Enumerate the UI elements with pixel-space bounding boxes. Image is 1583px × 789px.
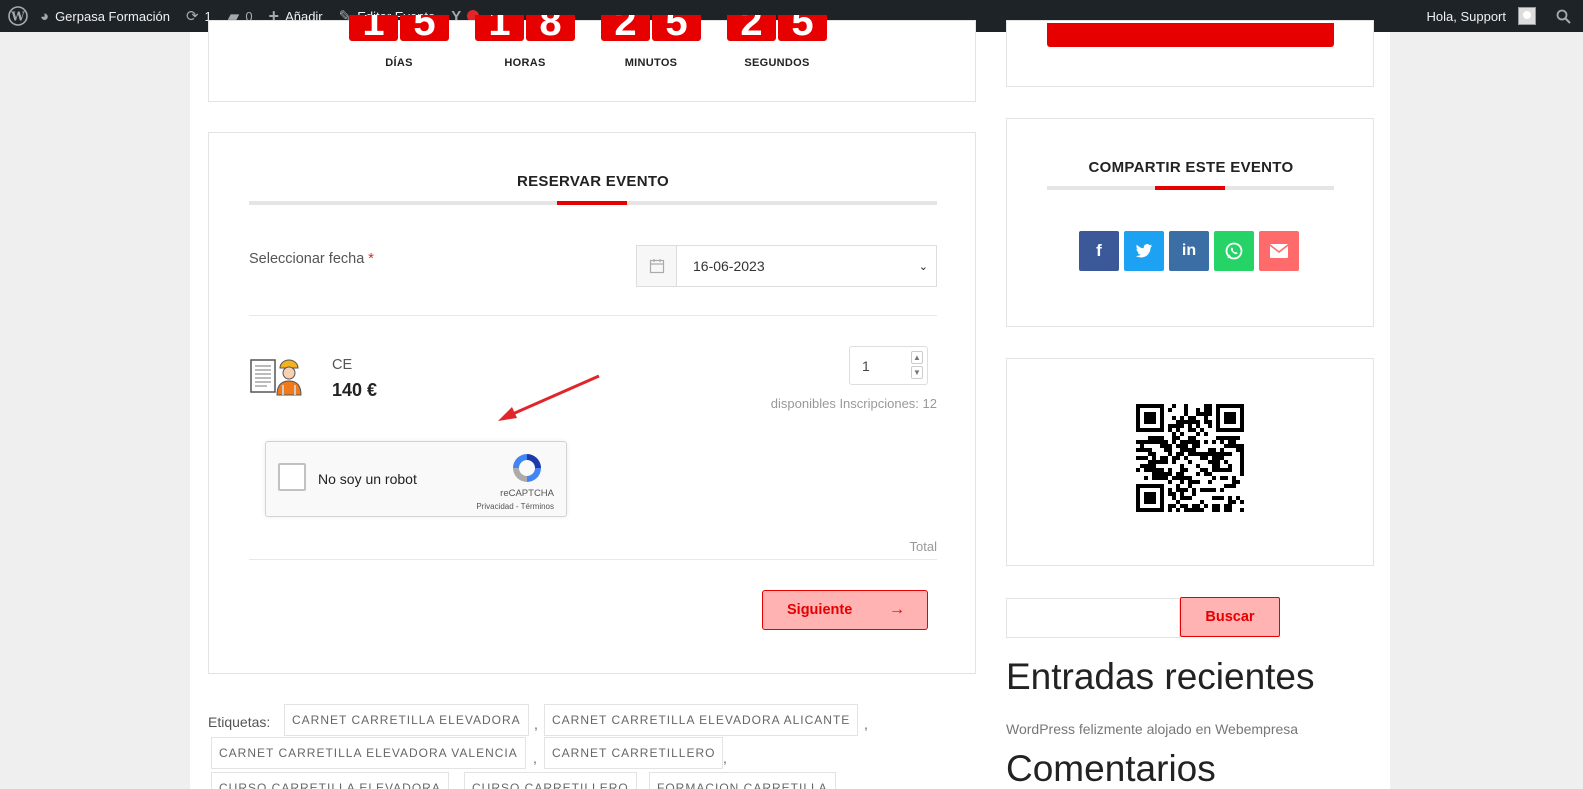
search-input[interactable] [1006,598,1180,638]
search-button[interactable]: Buscar [1180,597,1280,637]
my-account-menu[interactable]: Hola, Support [1419,0,1545,32]
countdown-seconds-label: SEGUNDOS [744,57,810,69]
add-to-calendar-button[interactable] [1047,23,1334,47]
title-underline-accent [1155,186,1225,190]
countdown-digit: 2 [727,15,776,41]
quantity-stepper[interactable]: 1 ▲ ▼ [849,346,928,385]
availability-text: disponibles Inscripciones: 12 [770,396,937,411]
countdown-days-label: DÍAS [385,57,413,69]
tag-link[interactable]: CARNET CARRETILLA ELEVADORA [284,704,529,736]
required-mark: * [368,251,374,267]
dashboard-icon: ◕ [40,7,50,25]
qr-code [1136,404,1244,512]
divider [249,315,937,316]
booking-title: RESERVAR EVENTO [516,173,670,190]
countdown-hours-label: HORAS [504,57,546,69]
email-icon[interactable] [1259,231,1299,271]
recaptcha-logo-icon [510,451,544,490]
recent-post-link[interactable]: WordPress felizmente alojado en Webempre… [1006,721,1298,737]
recaptcha-widget: No soy un robot reCAPTCHA Privacidad - T… [265,441,567,517]
share-card: COMPARTIR ESTE EVENTO f in [1006,118,1374,327]
tag-link[interactable]: FORMACION CARRETILLA [649,772,836,789]
countdown-digit: 5 [652,15,701,41]
tag-link[interactable]: CARNET CARRETILLERO [544,737,724,769]
tag-separator: , [533,750,537,766]
tag-link[interactable]: CARNET CARRETILLA ELEVADORA VALENCIA [211,737,526,769]
countdown-digit: 2 [601,15,650,41]
date-label-text: Seleccionar fecha [249,251,365,267]
next-button-label: Siguiente [787,602,853,618]
tag-separator: , [534,716,538,732]
countdown-digit: 5 [400,15,449,41]
countdown-digit: 8 [526,15,575,41]
total-label: Total [909,539,937,554]
ticket-price: 140 € [332,380,378,400]
calendar-icon [637,246,677,286]
tag-link[interactable]: CURSO CARRETILLA ELEVADORA [211,772,449,789]
increment-icon[interactable]: ▲ [911,351,923,364]
facebook-icon[interactable]: f [1079,231,1119,271]
annotation-arrow [498,374,600,421]
decrement-icon[interactable]: ▼ [911,366,923,379]
avatar [1518,7,1536,25]
recaptcha-checkbox[interactable] [278,463,306,491]
svg-text:W: W [10,10,25,24]
tag-separator: , [864,716,868,732]
ticket-name: CE [332,357,353,373]
divider [249,559,937,560]
comments-title: Comentarios [1006,748,1216,789]
site-name: Gerpasa Formación [55,8,170,24]
greeting: Hola, Support [1426,8,1507,24]
date-select[interactable]: 16-06-2023 ⌄ [636,245,937,287]
share-title: COMPARTIR ESTE EVENTO [1088,159,1294,176]
whatsapp-icon[interactable] [1214,231,1254,271]
recaptcha-brand: reCAPTCHA [500,488,554,499]
recaptcha-label: No soy un robot [318,471,417,487]
countdown-card: 1 5 1 8 2 5 2 5 DÍAS HORAS MINUTOS SEGUN… [208,15,976,102]
recaptcha-links[interactable]: Privacidad - Términos [476,502,554,511]
tag-separator: , [723,750,727,766]
tag-link[interactable]: CURSO CARRETILLERO [464,772,637,789]
wordpress-logo-icon[interactable]: W [0,0,32,32]
countdown-digit: 5 [778,15,827,41]
countdown-digit: 1 [475,15,524,41]
linkedin-icon[interactable]: in [1169,231,1209,271]
tags-label: Etiquetas: [208,714,271,730]
recent-posts-title: Entradas recientes [1006,656,1315,697]
search-icon [1556,9,1571,24]
countdown-digit: 1 [349,15,398,41]
quantity-value: 1 [862,357,870,374]
booking-card: RESERVAR EVENTO Seleccionar fecha * 16-0… [208,132,976,674]
qr-card [1006,358,1374,566]
date-value: 16-06-2023 [693,258,765,274]
title-underline [249,201,937,205]
next-button[interactable]: Siguiente → [762,590,928,630]
countdown-minutes-label: MINUTOS [624,57,678,69]
sidebar-top-card [1006,20,1374,87]
title-underline-accent [557,201,627,205]
arrow-right-icon: → [889,601,905,618]
tag-link[interactable]: CARNET CARRETILLA ELEVADORA ALICANTE [544,704,859,736]
site-name-menu[interactable]: ◕ Gerpasa Formación [32,0,178,32]
updates-icon: ⟳ [185,7,199,25]
title-underline [1047,186,1334,190]
twitter-icon[interactable] [1124,231,1164,271]
admin-search-button[interactable] [1544,0,1583,32]
date-field-label: Seleccionar fecha * [249,251,374,267]
chevron-down-icon: ⌄ [918,260,928,273]
ticket-image [249,355,309,404]
